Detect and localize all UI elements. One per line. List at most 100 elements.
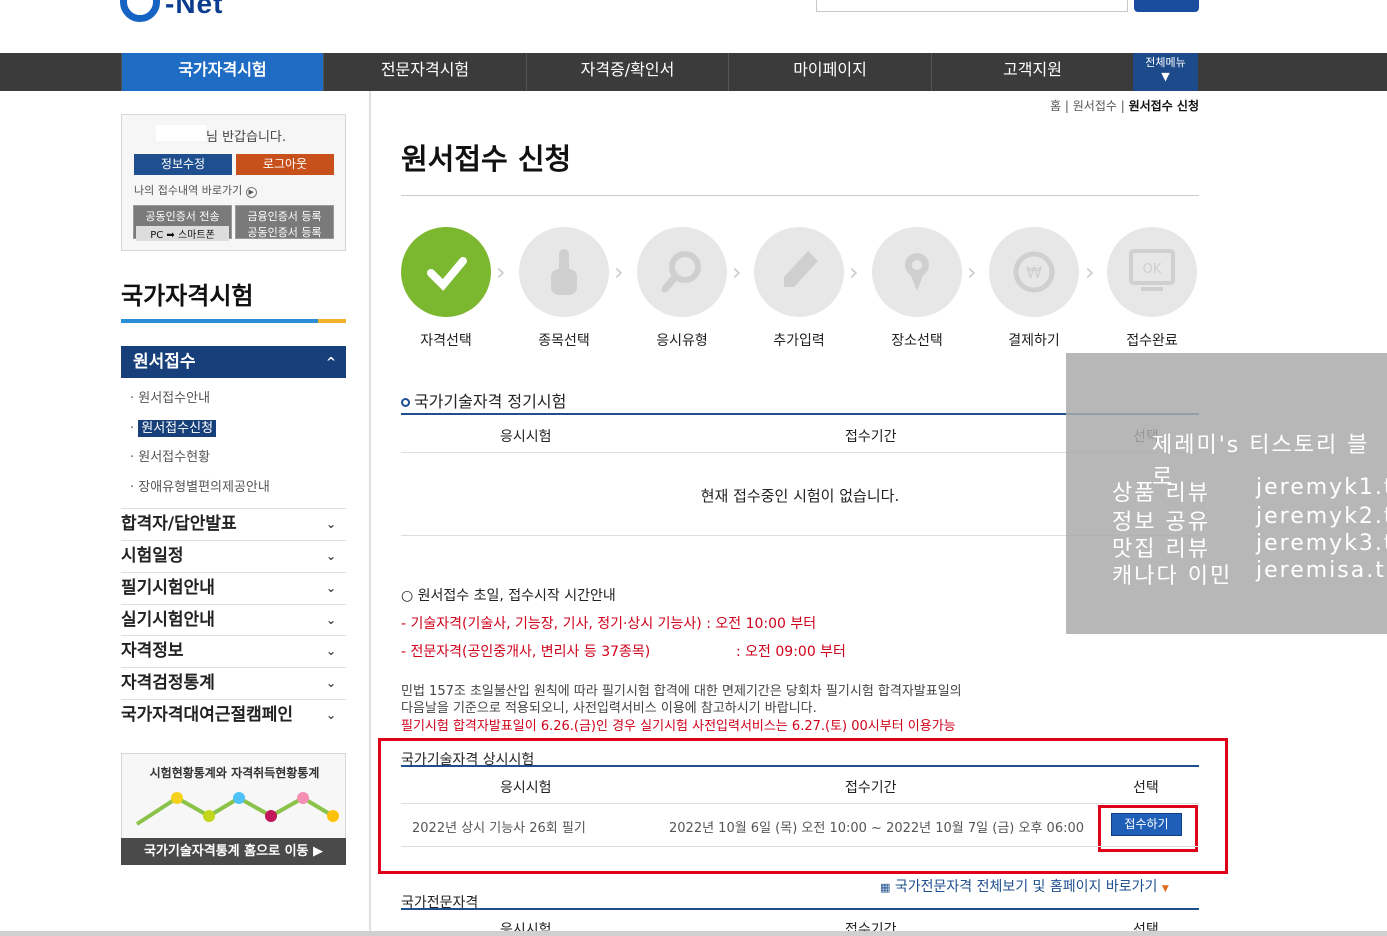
won-coin-icon: ₩: [1013, 251, 1055, 293]
sub-item-apply[interactable]: · 원서접수신청: [130, 417, 217, 437]
overlay-url: jeremyk3.tis: [1256, 531, 1387, 556]
overlay-url: jeremyk2.tis: [1256, 504, 1387, 529]
sidebar-item-application[interactable]: 원서접수 ^: [121, 346, 346, 378]
professional-link[interactable]: ▦ 국가전문자격 전체보기 및 홈페이지 바로가기 ▼: [880, 876, 1169, 896]
step-label: 응시유형: [656, 333, 708, 349]
breadcrumb: 홈 | 원서접수 | 원서접수 신청: [1050, 99, 1199, 113]
cert-send-label: 공동인증서 전송: [145, 210, 220, 223]
sub-item-label: 원서접수안내: [138, 391, 211, 406]
exam-name-cell: 2022년 상시 기능사 26회 필기: [412, 821, 586, 836]
nav-certificate[interactable]: 자격증/확인서: [526, 53, 728, 91]
sub-item-label: 원서접수신청: [138, 420, 217, 437]
menu-label: 자격정보: [121, 641, 184, 661]
step-complete: OK: [1107, 227, 1197, 317]
title-bar-accent: [318, 319, 346, 323]
step-label: 결제하기: [1008, 333, 1060, 349]
sub-item-accessibility[interactable]: · 장애유형별편의제공안내: [130, 476, 270, 495]
horizontal-scrollbar[interactable]: [0, 931, 1387, 936]
nav-national-exam[interactable]: 국가자격시험: [121, 53, 323, 91]
exam-period-cell: 2022년 10월 6일 (목) 오전 10:00 ~ 2022년 10월 7일…: [669, 821, 1085, 836]
menu-label: 합격자/답안발표: [121, 514, 237, 534]
column-header-select: 선택: [1133, 780, 1159, 796]
cert-send-sub: PC ➡ 스마트폰: [136, 226, 229, 241]
nav-mypage[interactable]: 마이페이지: [728, 53, 931, 91]
sub-item-guide[interactable]: · 원서접수안내: [130, 387, 210, 406]
step-select-qualification: [401, 227, 491, 317]
regular-section-title: 국가기술자격 정기시험: [401, 388, 566, 412]
pointer-hand-icon: [551, 249, 577, 295]
pencil-icon: [784, 251, 818, 287]
overlay-label: 캐나다 이민: [1112, 564, 1233, 589]
notice-line-professional: - 전문자격(공인중개사, 변리사 등 37종목): [401, 644, 651, 660]
all-menu-button[interactable]: 전체메뉴 ▼: [1133, 53, 1198, 91]
all-menu-label: 전체메뉴: [1145, 56, 1186, 69]
table-top-border: [401, 908, 1199, 910]
stat-link-label: 국가기술자격통계 홈으로 이동: [143, 844, 309, 859]
step-select-place: [872, 227, 962, 317]
ring-bullet-icon: [401, 398, 410, 407]
step-label: 자격선택: [420, 333, 472, 349]
step-label: 장소선택: [891, 333, 943, 349]
my-history-link[interactable]: 나의 접수내역 바로가기 ▶: [134, 182, 257, 198]
notice-paragraph-3: 필기시험 합격자발표일이 6.26.(금)인 경우 실기시험 사전입력서비스는 …: [401, 719, 956, 734]
step-label: 접수완료: [1126, 333, 1178, 349]
chevron-down-icon: ⌄: [325, 676, 336, 690]
nav-support[interactable]: 고객지원: [931, 53, 1133, 91]
circle-arrow-icon: ▶: [245, 187, 257, 198]
cert-register-sub: 공동인증서 등록: [247, 226, 322, 239]
chevron-down-icon: ⌄: [325, 549, 336, 563]
chevron-down-icon: ⌄: [325, 644, 336, 658]
cert-send-button[interactable]: 공동인증서 전송 PC ➡ 스마트폰: [133, 205, 232, 241]
sidebar-item-statistics[interactable]: 자격검정통계 ⌄: [121, 667, 346, 699]
my-history-label: 나의 접수내역 바로가기: [134, 184, 243, 197]
row-divider: [401, 803, 1199, 804]
main-nav: 국가자격시험 전문자격시험 자격증/확인서 마이페이지 고객지원 전체메뉴 ▼: [0, 53, 1387, 91]
stat-graph-icon: [135, 792, 339, 826]
breadcrumb-level1[interactable]: 원서접수: [1073, 99, 1117, 113]
cert-register-button[interactable]: 금융인증서 등록 공동인증서 등록: [235, 205, 334, 239]
sidebar-item-practical[interactable]: 실기시험안내 ⌄: [121, 604, 346, 636]
content-divider: [369, 91, 371, 936]
nav-professional-exam[interactable]: 전문자격시험: [323, 53, 526, 91]
breadcrumb-home[interactable]: 홈: [1050, 99, 1061, 113]
username-masked: [156, 125, 206, 141]
sidebar-title: 국가자격시험: [121, 282, 254, 310]
svg-text:OK: OK: [1143, 262, 1162, 277]
menu-label: 국가자격대여근절캠페인: [121, 705, 294, 725]
chevron-down-icon: ⌄: [325, 708, 336, 722]
logo[interactable]: -Net: [165, 0, 223, 20]
search-input[interactable]: [816, 0, 1128, 12]
professional-link-label: 국가전문자격 전체보기 및 홈페이지 바로가기: [894, 879, 1158, 895]
location-pin-icon: [905, 253, 929, 291]
monitor-ok-icon: OK: [1129, 249, 1175, 291]
step-label: 종목선택: [538, 333, 590, 349]
chevron-right-icon: ›: [614, 258, 624, 286]
circle-arrow-icon: ▶: [313, 844, 324, 859]
column-header-period: 접수기간: [845, 429, 897, 445]
sub-item-label: 원서접수현황: [138, 450, 211, 465]
sub-item-status[interactable]: · 원서접수현황: [130, 446, 210, 465]
sidebar-item-schedule[interactable]: 시험일정 ⌄: [121, 540, 346, 572]
cert-register-label: 금융인증서 등록: [247, 210, 322, 223]
sidebar-item-campaign[interactable]: 국가자격대여근절캠페인 ⌄: [121, 699, 346, 731]
chevron-right-icon: ›: [732, 258, 742, 286]
overlay-label: 상품 리뷰: [1112, 481, 1210, 506]
chevron-up-icon: ^: [325, 355, 336, 369]
step-label: 추가입력: [773, 333, 825, 349]
logout-button[interactable]: 로그아웃: [236, 154, 334, 175]
apply-button[interactable]: 접수하기: [1111, 813, 1182, 836]
edit-info-button[interactable]: 정보수정: [134, 154, 232, 175]
search-button[interactable]: [1134, 0, 1199, 12]
caret-down-icon: ▼: [1161, 884, 1169, 894]
sidebar-item-qualification[interactable]: 자격정보 ⌄: [121, 635, 346, 667]
title-bar: [121, 319, 346, 323]
sidebar-item-results[interactable]: 합격자/답안발표 ⌄: [121, 508, 346, 540]
chevron-right-icon: ›: [849, 258, 859, 286]
notice-paragraph-2: 다음날을 기준으로 적용되오니, 사전입력서비스 이용에 참고하시기 바랍니다.: [401, 701, 817, 716]
chevron-down-icon: ⌄: [325, 581, 336, 595]
chevron-down-icon: ▼: [1161, 70, 1170, 83]
title-divider: [401, 195, 1199, 196]
logo-icon[interactable]: [120, 0, 160, 22]
sidebar-item-written[interactable]: 필기시험안내 ⌄: [121, 572, 346, 604]
stat-link-button[interactable]: 국가기술자격통계 홈으로 이동 ▶: [121, 838, 346, 865]
